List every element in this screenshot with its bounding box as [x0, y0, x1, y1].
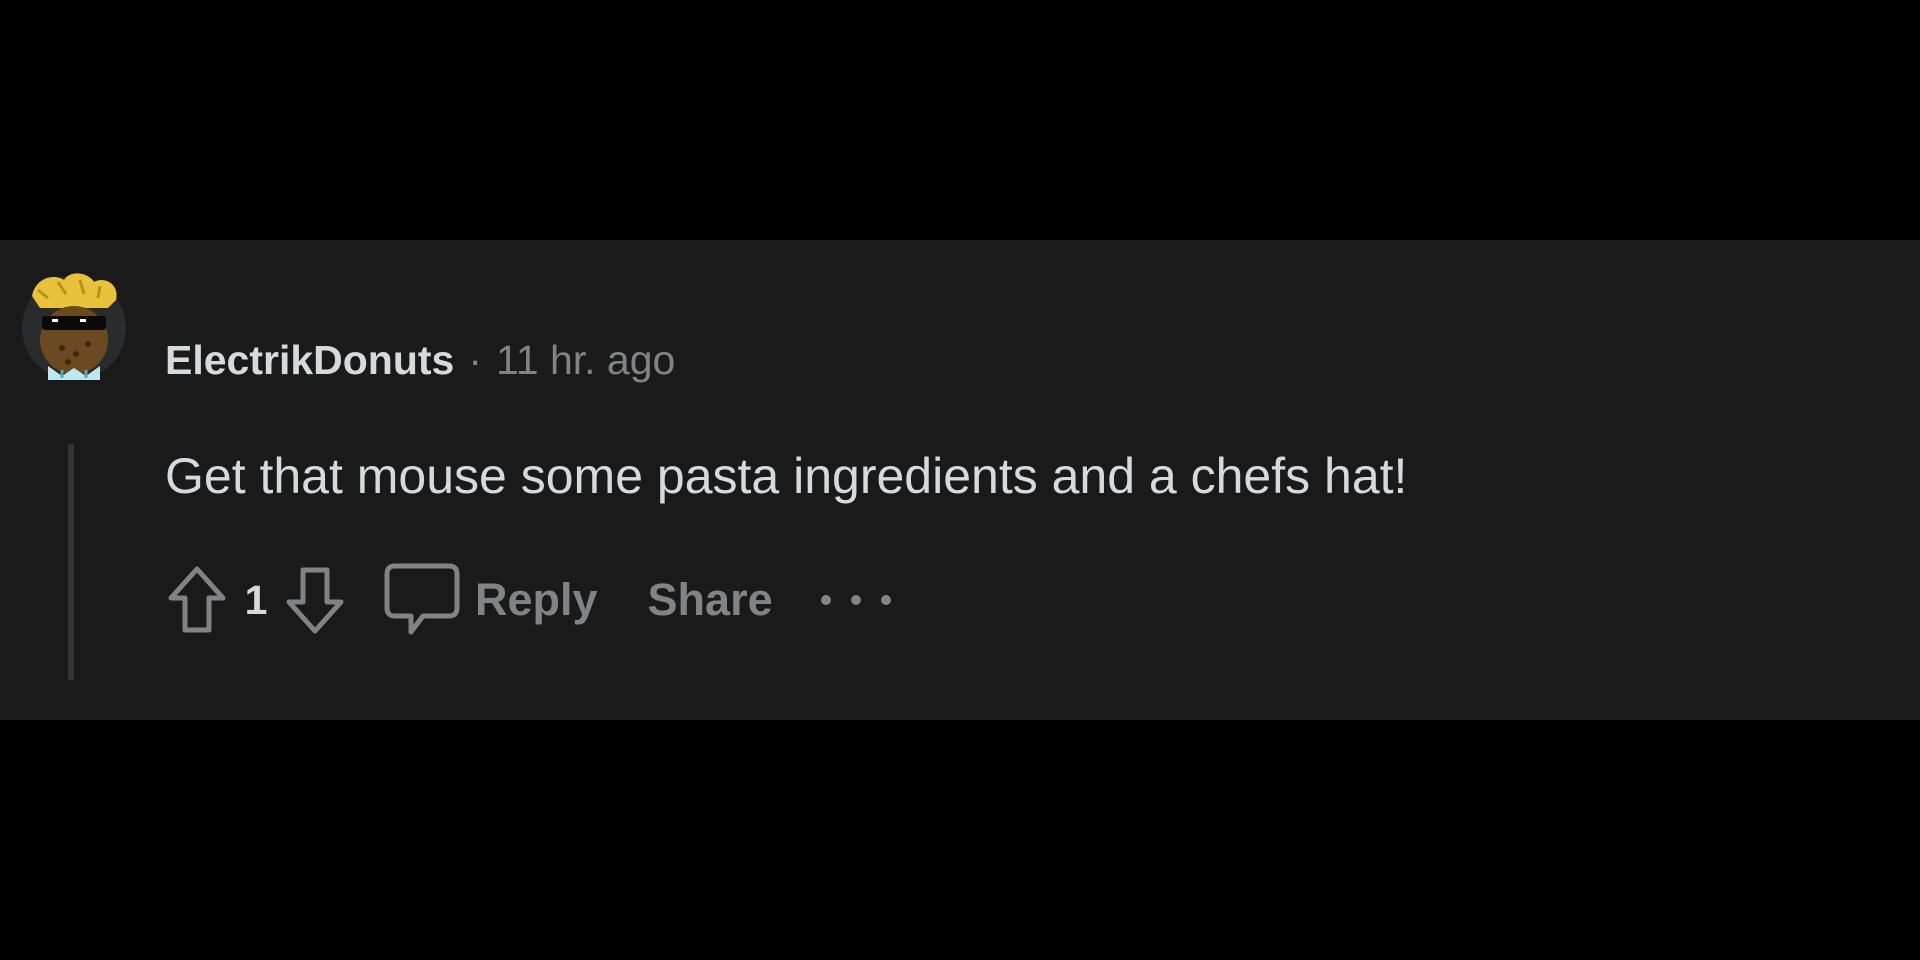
ellipsis-dot: [880, 595, 891, 605]
reply-label: Reply: [475, 574, 598, 625]
vote-count: 1: [244, 576, 268, 623]
reply-button[interactable]: Reply: [383, 562, 598, 638]
comment-meta: ElectrikDonuts · 11 hr. ago: [165, 332, 675, 388]
comment-body: Get that mouse some pasta ingredients an…: [165, 448, 1408, 504]
timestamp[interactable]: 11 hr. ago: [496, 332, 675, 388]
more-options-button[interactable]: [820, 580, 891, 620]
arrow-down-icon: [286, 567, 344, 634]
thread-line[interactable]: [68, 444, 74, 680]
downvote-button[interactable]: [273, 558, 357, 642]
meta-separator: ·: [468, 337, 482, 383]
share-button[interactable]: Share: [648, 574, 773, 626]
upvote-button[interactable]: [155, 558, 239, 642]
user-avatar[interactable]: [18, 268, 130, 380]
username-link[interactable]: ElectrikDonuts: [165, 332, 454, 388]
arrow-up-icon: [168, 566, 226, 633]
comment-action-bar: 1 Reply Share: [155, 558, 891, 642]
ellipsis-dot: [850, 595, 861, 605]
speech-bubble-icon: [384, 563, 460, 635]
comment-card: ElectrikDonuts · 11 hr. ago Get that mou…: [0, 240, 1920, 720]
ellipsis-icon: [820, 595, 831, 605]
avatar-image: [22, 273, 126, 380]
